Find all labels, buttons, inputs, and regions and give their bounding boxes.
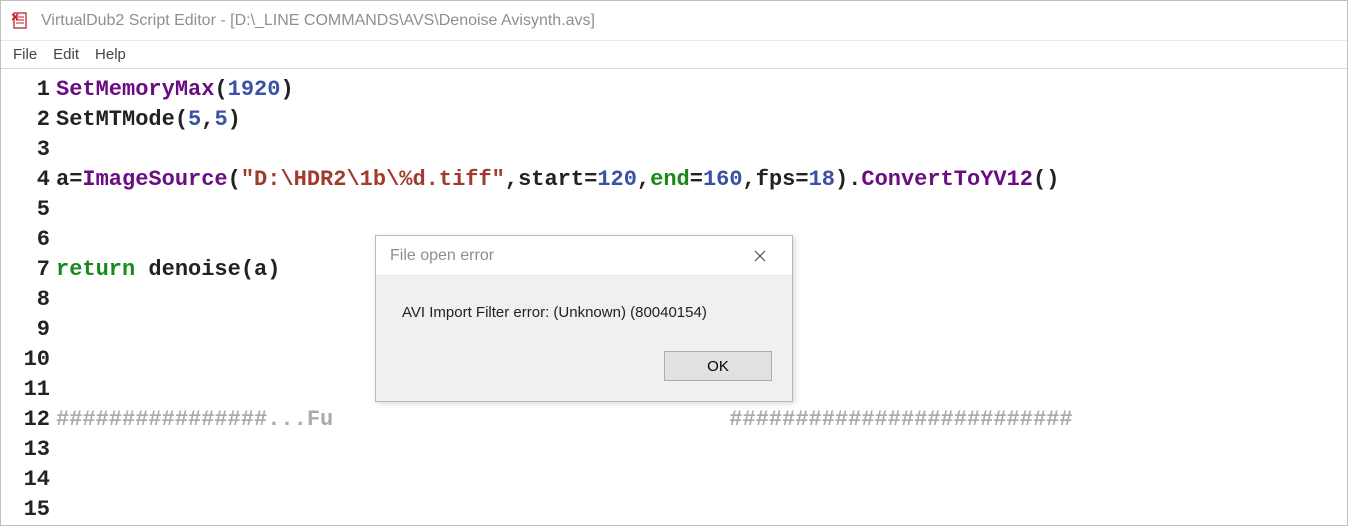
line-number: 11 — [1, 377, 56, 402]
code-token: = — [69, 167, 82, 192]
line-number: 10 — [1, 347, 56, 372]
code-token: ( — [175, 107, 188, 132]
line-number: 14 — [1, 467, 56, 492]
code-token: = — [795, 167, 808, 192]
code-token: ) — [267, 257, 280, 282]
ok-button[interactable]: OK — [664, 351, 772, 381]
code-token: "D:\HDR2\1b\%d.tiff" — [241, 167, 505, 192]
line-number: 5 — [1, 197, 56, 222]
code-token: , — [505, 167, 518, 192]
dialog-message: AVI Import Filter error: (Unknown) (8004… — [376, 276, 792, 341]
code-content[interactable]: ################...Fu ##################… — [56, 407, 1347, 432]
app-icon — [11, 11, 31, 31]
dialog-buttons: OK — [376, 341, 792, 401]
code-content[interactable]: a=ImageSource("D:\HDR2\1b\%d.tiff",start… — [56, 167, 1347, 192]
code-content[interactable]: SetMTMode(5,5) — [56, 107, 1347, 132]
code-content[interactable]: SetMemoryMax(1920) — [56, 77, 1347, 102]
dialog-titlebar: File open error — [376, 236, 792, 276]
code-token: ( — [241, 257, 254, 282]
code-line[interactable]: 4a=ImageSource("D:\HDR2\1b\%d.tiff",star… — [1, 164, 1347, 194]
code-line[interactable]: 12################...Fu ################… — [1, 404, 1347, 434]
titlebar: VirtualDub2 Script Editor - [D:\_LINE CO… — [1, 1, 1347, 41]
code-token: = — [690, 167, 703, 192]
code-token: end — [650, 167, 690, 192]
code-token: 18 — [809, 167, 835, 192]
dialog-title: File open error — [390, 247, 494, 265]
line-number: 9 — [1, 317, 56, 342]
code-line[interactable]: 1SetMemoryMax(1920) — [1, 74, 1347, 104]
line-number: 6 — [1, 227, 56, 252]
code-token: 5 — [188, 107, 201, 132]
code-token: 120 — [597, 167, 637, 192]
code-token: , — [637, 167, 650, 192]
code-token: ImageSource — [82, 167, 227, 192]
line-number: 1 — [1, 77, 56, 102]
code-line[interactable]: 3 — [1, 134, 1347, 164]
line-number: 13 — [1, 437, 56, 462]
line-number: 4 — [1, 167, 56, 192]
code-token: a — [254, 257, 267, 282]
close-icon[interactable] — [740, 242, 780, 270]
line-number: 3 — [1, 137, 56, 162]
main-window: VirtualDub2 Script Editor - [D:\_LINE CO… — [0, 0, 1348, 526]
code-token: 160 — [703, 167, 743, 192]
menu-file[interactable]: File — [13, 46, 37, 63]
code-token: a — [56, 167, 69, 192]
line-number: 15 — [1, 497, 56, 522]
code-token: ) — [228, 107, 241, 132]
line-number: 12 — [1, 407, 56, 432]
code-token: 1920 — [228, 77, 281, 102]
code-line[interactable]: 2SetMTMode(5,5) — [1, 104, 1347, 134]
code-token: ConvertToYV12 — [861, 167, 1033, 192]
window-title: VirtualDub2 Script Editor - [D:\_LINE CO… — [41, 12, 595, 30]
line-number: 2 — [1, 107, 56, 132]
code-line[interactable]: 15 — [1, 494, 1347, 524]
code-token: SetMTMode — [56, 107, 175, 132]
code-token: , — [201, 107, 214, 132]
code-token: ) — [835, 167, 848, 192]
code-token: = — [584, 167, 597, 192]
code-token: start — [518, 167, 584, 192]
code-token: , — [743, 167, 756, 192]
code-token: . — [848, 167, 861, 192]
code-token: ( — [214, 77, 227, 102]
code-token: return — [56, 257, 135, 282]
code-token: SetMemoryMax — [56, 77, 214, 102]
menubar: File Edit Help — [1, 41, 1347, 69]
code-token: () — [1033, 167, 1059, 192]
code-line[interactable]: 13 — [1, 434, 1347, 464]
code-line[interactable]: 5 — [1, 194, 1347, 224]
code-token: ) — [280, 77, 293, 102]
code-token: ( — [228, 167, 241, 192]
menu-edit[interactable]: Edit — [53, 46, 79, 63]
line-number: 7 — [1, 257, 56, 282]
error-dialog: File open error AVI Import Filter error:… — [375, 235, 793, 402]
code-line[interactable]: 14 — [1, 464, 1347, 494]
code-token: denoise — [135, 257, 241, 282]
code-token: ################...Fu ##################… — [56, 407, 1073, 432]
code-token: 5 — [214, 107, 227, 132]
code-token: fps — [756, 167, 796, 192]
line-number: 8 — [1, 287, 56, 312]
menu-help[interactable]: Help — [95, 46, 126, 63]
